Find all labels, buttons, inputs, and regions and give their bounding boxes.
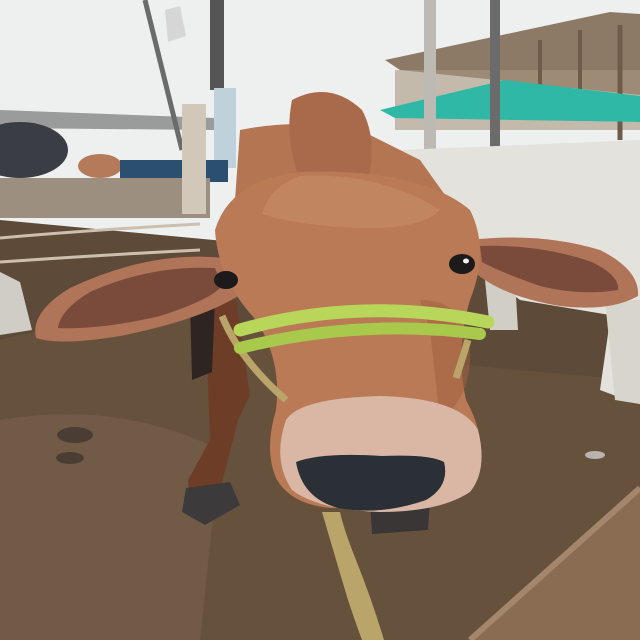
- pole-4: [490, 0, 500, 150]
- small-cow-far: [78, 154, 122, 178]
- calf-photo: [0, 0, 640, 640]
- pebble: [57, 427, 93, 443]
- calf-eye-right: [449, 254, 475, 274]
- calf-eye-left: [214, 271, 238, 289]
- pole-3: [424, 0, 436, 150]
- pole-2: [210, 0, 224, 90]
- eye-highlight: [463, 258, 469, 264]
- ground-light: [0, 414, 220, 640]
- wooden-wall: [0, 178, 210, 218]
- wooden-post: [182, 104, 206, 214]
- pebble: [56, 452, 84, 464]
- pebble: [585, 451, 605, 459]
- pole-2-base: [214, 88, 236, 168]
